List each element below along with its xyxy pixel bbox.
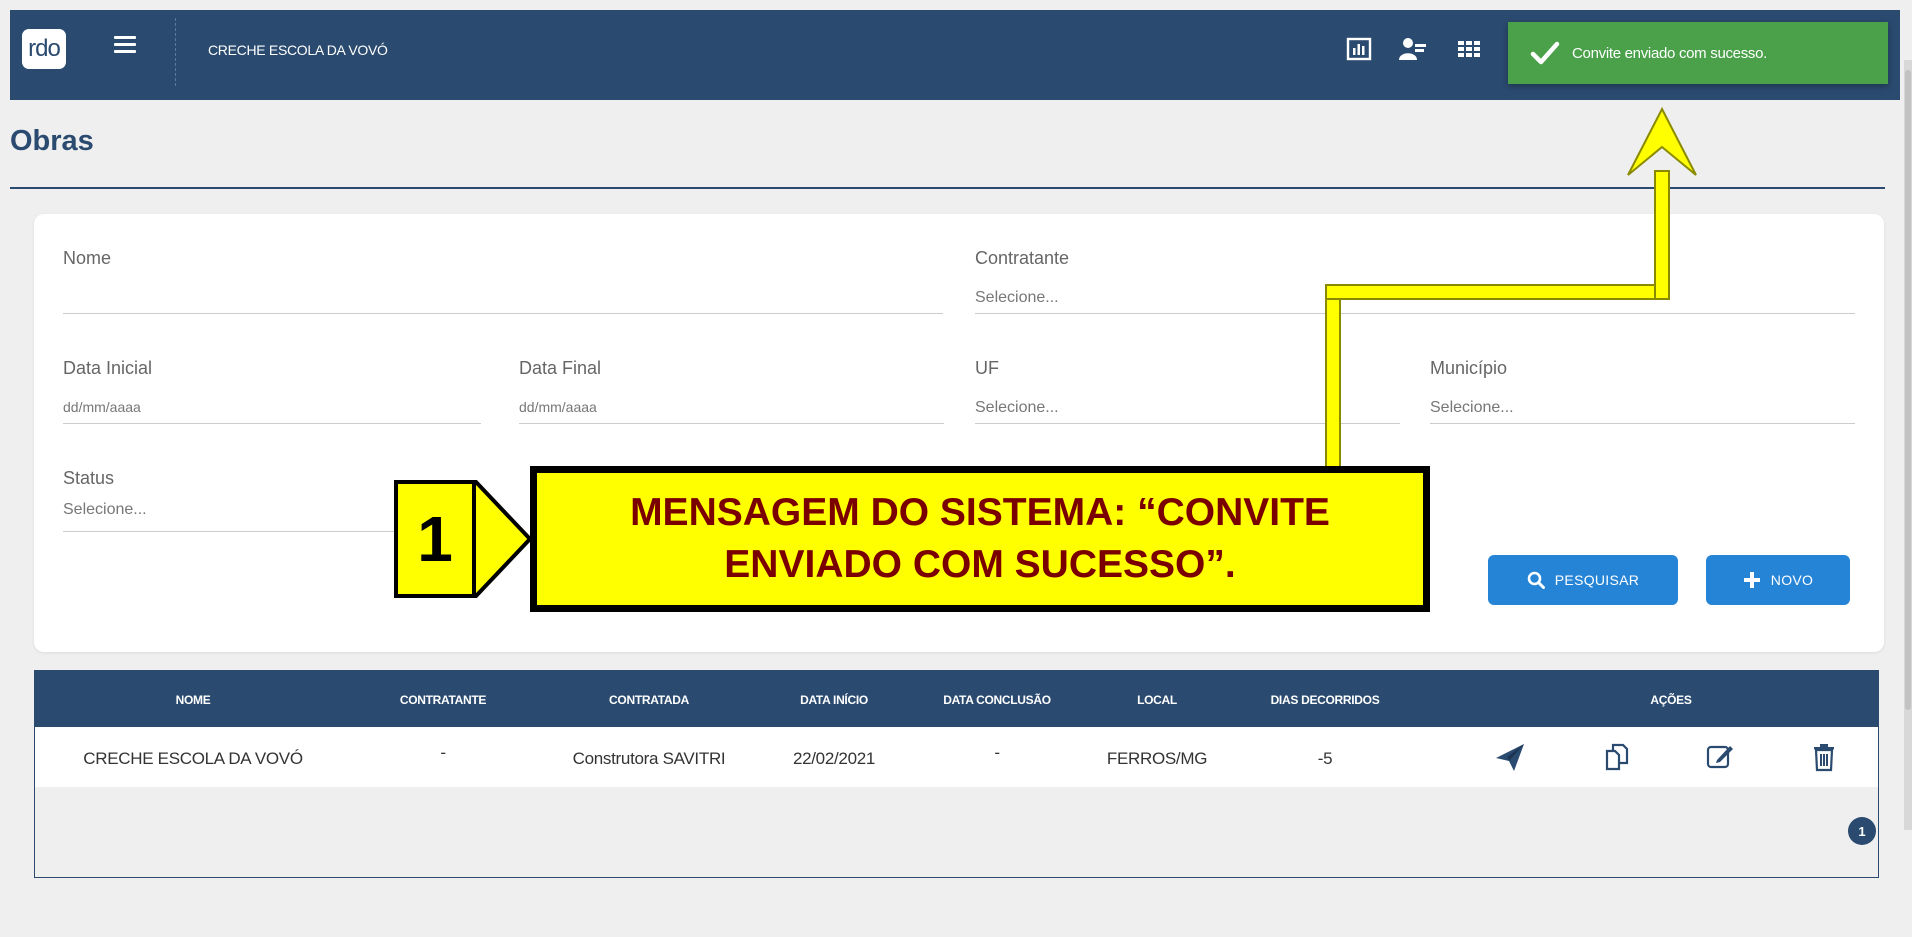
checkmark-icon <box>1530 41 1560 65</box>
cell-contratante: - <box>440 743 446 762</box>
step-number: 1 <box>394 480 476 598</box>
chart-icon[interactable] <box>1346 36 1372 62</box>
field-underline <box>519 423 944 424</box>
callout-line-1: MENSAGEM DO SISTEMA: “CONVITE <box>630 491 1330 534</box>
col-data-conclusao[interactable]: DATA CONCLUSÃO <box>943 693 1051 707</box>
page-title: Obras <box>10 125 94 157</box>
data-final-input[interactable]: dd/mm/aaaa <box>519 399 597 415</box>
nome-label: Nome <box>63 248 112 268</box>
annotation-connector <box>1325 286 1341 468</box>
status-value[interactable]: Selecione... <box>63 501 147 519</box>
search-icon <box>1527 571 1545 589</box>
cell-nome: CRECHE ESCOLA DA VOVÓ <box>83 749 303 768</box>
delete-icon[interactable] <box>1808 741 1840 773</box>
step-arrow <box>474 480 533 598</box>
data-inicial-input[interactable]: dd/mm/aaaa <box>63 399 141 415</box>
table-header: NOME CONTRATANTE CONTRATADA DATA INÍCIO … <box>35 671 1878 727</box>
cell-local: FERROS/MG <box>1106 749 1208 768</box>
annotation-callout: MENSAGEM DO SISTEMA: “CONVITE ENVIADO CO… <box>530 466 1430 612</box>
new-button-label: NOVO <box>1770 572 1814 588</box>
col-nome[interactable]: NOME <box>176 693 211 707</box>
cell-contratada: Construtora SAVITRI <box>572 749 726 768</box>
apps-grid-icon[interactable] <box>1456 36 1482 62</box>
user-admin-icon[interactable] <box>1398 36 1428 62</box>
toast-message: Convite enviado com sucesso. <box>1572 44 1768 62</box>
send-invite-icon[interactable] <box>1494 741 1526 773</box>
obras-table: NOME CONTRATANTE CONTRATADA DATA INÍCIO … <box>34 670 1879 878</box>
header-divider <box>175 18 176 86</box>
municipio-value[interactable]: Selecione... <box>1430 399 1514 417</box>
data-inicial-label: Data Inicial <box>63 358 153 378</box>
cell-dias-decorridos: -5 <box>1317 749 1333 768</box>
annotation-connector <box>1654 170 1670 300</box>
new-button[interactable]: NOVO <box>1706 555 1850 605</box>
field-underline <box>975 313 1855 314</box>
copy-icon[interactable] <box>1601 741 1633 773</box>
field-underline <box>63 313 943 314</box>
col-dias-decorridos[interactable]: DIAS DECORRIDOS <box>1271 693 1380 707</box>
col-data-inicio[interactable]: DATA INÍCIO <box>800 693 868 707</box>
col-contratante[interactable]: CONTRATANTE <box>400 693 487 707</box>
contratante-value[interactable]: Selecione... <box>975 289 1059 307</box>
data-inicial-field[interactable]: Data Inicial dd/mm/aaaa <box>63 358 481 424</box>
hamburger-menu-icon[interactable] <box>114 36 136 54</box>
scrollbar-thumb[interactable] <box>1905 70 1911 710</box>
uf-value[interactable]: Selecione... <box>975 399 1059 417</box>
col-local[interactable]: LOCAL <box>1137 693 1177 707</box>
project-title: CRECHE ESCOLA DA VOVÓ <box>208 42 388 58</box>
app-logo[interactable]: rdo <box>22 29 66 69</box>
table-row[interactable]: CRECHE ESCOLA DA VOVÓ - Construtora SAVI… <box>35 727 1878 787</box>
pagination-page[interactable]: 1 <box>1848 817 1876 845</box>
field-underline <box>1430 423 1855 424</box>
municipio-select[interactable]: Município Selecione... <box>1430 358 1855 424</box>
col-acoes: AÇÕES <box>1650 693 1692 707</box>
callout-line-2: ENVIADO COM SUCESSO”. <box>724 543 1236 586</box>
nome-field[interactable]: Nome <box>63 248 943 314</box>
data-final-field[interactable]: Data Final dd/mm/aaaa <box>519 358 944 424</box>
status-label: Status <box>63 468 115 488</box>
page-scrollbar[interactable] <box>1904 60 1912 830</box>
search-button-label: PESQUISAR <box>1554 572 1640 588</box>
success-toast[interactable]: Convite enviado com sucesso. <box>1508 22 1888 84</box>
annotation-connector <box>1325 284 1670 300</box>
field-underline <box>63 423 481 424</box>
data-final-label: Data Final <box>519 358 602 378</box>
col-contratada[interactable]: CONTRATADA <box>609 693 689 707</box>
contratante-select[interactable]: Contratante Selecione... <box>975 248 1855 314</box>
title-underline <box>10 187 1885 189</box>
edit-icon[interactable] <box>1704 741 1736 773</box>
municipio-label: Município <box>1430 358 1508 378</box>
cell-data-inicio: 22/02/2021 <box>792 749 876 768</box>
cell-data-conclusao: - <box>994 743 1000 762</box>
plus-icon <box>1743 572 1760 588</box>
annotation-arrowhead <box>1627 106 1697 176</box>
contratante-label: Contratante <box>975 248 1070 268</box>
search-button[interactable]: PESQUISAR <box>1488 555 1678 605</box>
uf-label: UF <box>975 358 999 378</box>
